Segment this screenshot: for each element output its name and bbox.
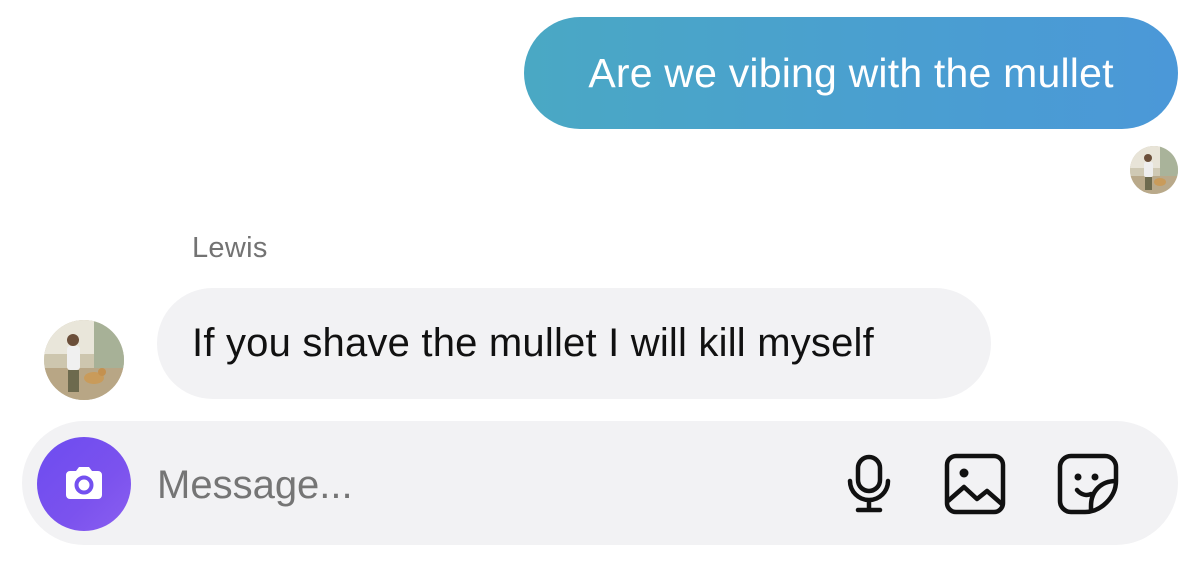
microphone-icon — [847, 454, 891, 513]
image-icon — [944, 453, 1006, 515]
chat-screen: Are we vibing with the mullet Lewis If y… — [0, 0, 1200, 579]
camera-icon — [66, 467, 102, 499]
sender-name: Lewis — [192, 232, 268, 264]
camera-button[interactable] — [37, 437, 131, 531]
gallery-button[interactable] — [942, 451, 1008, 517]
seen-avatar — [1130, 146, 1178, 194]
sender-avatar[interactable] — [44, 320, 124, 400]
received-message-text: If you shave the mullet I will kill myse… — [192, 321, 874, 365]
message-composer — [22, 421, 1178, 545]
sent-message-bubble[interactable]: Are we vibing with the mullet — [524, 17, 1178, 129]
sent-message-text: Are we vibing with the mullet — [588, 49, 1114, 96]
received-message-bubble[interactable]: If you shave the mullet I will kill myse… — [157, 288, 991, 399]
sticker-button[interactable] — [1055, 451, 1121, 517]
avatar-photo — [44, 320, 124, 400]
microphone-button[interactable] — [836, 451, 902, 517]
message-input[interactable] — [157, 455, 797, 515]
avatar-photo — [1130, 146, 1178, 194]
sticker-icon — [1057, 453, 1119, 515]
